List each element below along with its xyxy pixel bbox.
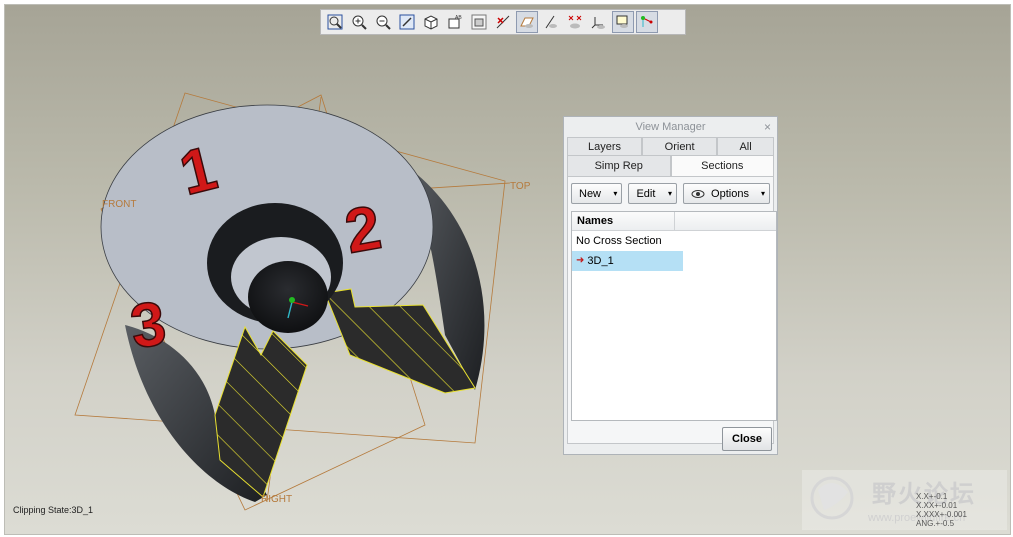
new-button-label: New [579, 187, 602, 200]
new-button[interactable]: New ▾ [571, 183, 623, 204]
tab-row-1: Layers Orient All [567, 137, 774, 155]
view-manager-icon [471, 14, 487, 30]
dialog-footer: Close [564, 424, 777, 454]
chevron-down-icon: ▾ [760, 189, 765, 198]
chevron-down-icon: ▾ [667, 189, 672, 198]
active-arrow-icon: ➜ [576, 255, 585, 266]
display-style-button[interactable] [420, 11, 442, 33]
tolerance-1: X.X+-0.1 [916, 492, 948, 501]
tolerance-4: ANG.+-0.5 [916, 519, 955, 528]
refit-icon [327, 14, 343, 30]
model-scene[interactable]: 1 2 3 [5, 5, 1010, 534]
list-item-label: 3D_1 [587, 255, 614, 267]
point-display-icon [568, 15, 582, 29]
tab-row-2: Simp Rep Sections [567, 155, 774, 176]
close-button[interactable]: Close [722, 427, 772, 451]
column-names[interactable]: Names [577, 212, 613, 230]
zoom-out-button[interactable] [372, 11, 394, 33]
view-toolbar: AB [320, 9, 686, 35]
spin-center-icon [641, 16, 653, 27]
plane-label-right[interactable]: RIGHT [261, 494, 292, 505]
point-display-button[interactable] [564, 11, 586, 33]
plane-label-front[interactable]: FRONT [102, 199, 136, 210]
tolerance-2: X.XX+-0.01 [916, 501, 958, 510]
options-button-label: Options [711, 187, 749, 200]
csys-display-button[interactable] [588, 11, 610, 33]
dialog-title-bar[interactable]: View Manager × [564, 117, 777, 137]
zoom-in-icon [352, 15, 367, 30]
plane-display-toggle[interactable] [516, 11, 538, 33]
csys-display-icon [591, 17, 605, 29]
axis-display-button[interactable] [540, 11, 562, 33]
dialog-title: View Manager [635, 121, 706, 133]
edit-button[interactable]: Edit ▾ [628, 183, 677, 204]
tab-simp-rep[interactable]: Simp Rep [567, 155, 671, 176]
refit-button[interactable] [324, 11, 346, 33]
graphics-window[interactable]: 1 2 3 FRONT TOP RIGHT Clipping State:3D_… [4, 4, 1011, 535]
plane-display-icon [520, 17, 534, 28]
list-item[interactable]: No Cross Section [572, 231, 776, 251]
plane-label-top[interactable]: TOP [510, 181, 530, 192]
tolerance-table: X.X+-0.1 X.XX+-0.01 X.XXX+-0.001 ANG.+-0… [916, 492, 967, 528]
annotation-display-icon [616, 15, 628, 28]
tab-sections[interactable]: Sections [670, 155, 774, 176]
repaint-icon [399, 14, 415, 30]
saved-orientations-button[interactable]: AB [444, 11, 466, 33]
datum-display-icon [496, 15, 510, 29]
chevron-down-icon: ▾ [613, 189, 618, 198]
section-actions: New ▾ Edit ▾ Options ▾ [568, 177, 773, 208]
zoom-in-button[interactable] [348, 11, 370, 33]
column-extra [674, 212, 776, 230]
zoom-out-icon [376, 15, 391, 30]
options-button[interactable]: Options ▾ [683, 183, 770, 204]
inner-hole [248, 261, 328, 333]
display-style-icon [424, 15, 438, 30]
clipping-state-text: Clipping State:3D_1 [13, 505, 94, 515]
sections-list[interactable]: Names No Cross Section ➜ 3D_1 [571, 211, 777, 421]
sections-panel: New ▾ Edit ▾ Options ▾ Names No Cross Se… [567, 176, 777, 444]
repaint-button[interactable] [396, 11, 418, 33]
edit-button-label: Edit [636, 187, 656, 200]
eye-icon [691, 189, 705, 198]
view-manager-button[interactable] [468, 11, 490, 33]
list-item-active[interactable]: ➜ 3D_1 [572, 251, 683, 271]
axis-display-icon [545, 15, 557, 29]
list-header: Names [572, 212, 776, 231]
tab-orient[interactable]: Orient [642, 137, 718, 155]
tolerance-3: X.XXX+-0.001 [916, 510, 967, 519]
annotation-display-toggle[interactable] [612, 11, 634, 33]
saved-orientations-icon: AB [448, 15, 462, 29]
tab-all[interactable]: All [717, 137, 774, 155]
close-icon[interactable]: × [764, 120, 771, 134]
svg-text:AB: AB [455, 15, 462, 21]
spin-center-toggle[interactable] [636, 11, 658, 33]
datum-display-button[interactable] [492, 11, 514, 33]
tab-layers[interactable]: Layers [567, 137, 643, 155]
view-manager-dialog: View Manager × Layers Orient All Simp Re… [563, 116, 778, 455]
